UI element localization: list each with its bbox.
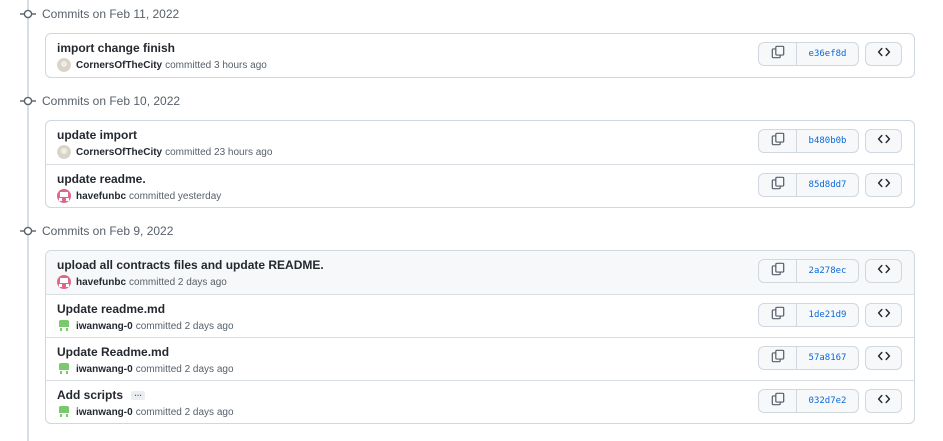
commit-sha-link[interactable]: 032d7e2 [797, 390, 858, 412]
git-commit-icon [18, 221, 38, 241]
copy-sha-button[interactable] [759, 43, 797, 65]
relative-time: 23 hours ago [214, 146, 273, 158]
commit-row: Update Readme.md iwanwang-0 committed 2 … [46, 337, 914, 380]
sha-button-group: 2a278ec [758, 259, 859, 283]
commit-sha-link[interactable]: 85d8dd7 [797, 174, 858, 196]
commit-message-link[interactable]: Update Readme.md [57, 345, 169, 359]
commit-message-link[interactable]: import change finish [57, 41, 175, 55]
copy-icon [771, 262, 785, 281]
code-icon [877, 132, 891, 151]
commit-message-link[interactable]: update readme. [57, 172, 146, 186]
author-avatar[interactable] [57, 405, 71, 419]
relative-time: 2 days ago [184, 320, 234, 332]
copy-icon [771, 306, 785, 325]
copy-sha-button[interactable] [759, 304, 797, 326]
code-icon [877, 349, 891, 368]
commit-message-link[interactable]: Add scripts [57, 388, 123, 402]
browse-repo-button[interactable] [865, 173, 902, 197]
author-link[interactable]: CornersOfTheCity [76, 60, 162, 71]
group-date-title: Commits on Feb 10, 2022 [42, 94, 181, 108]
code-icon [877, 45, 891, 64]
commit-row: Update readme.md iwanwang-0 committed 2 … [46, 294, 914, 337]
author-avatar[interactable] [57, 275, 71, 289]
author-avatar[interactable] [57, 362, 71, 376]
copy-icon [771, 349, 785, 368]
code-icon [877, 306, 891, 325]
commit-row: Add scripts … iwanwang-0 committed 2 day… [46, 380, 914, 423]
group-date-title: Commits on Feb 11, 2022 [42, 7, 180, 21]
group-date-title: Commits on Feb 9, 2022 [42, 224, 174, 238]
commit-row: upload all contracts files and update RE… [46, 251, 914, 294]
copy-sha-button[interactable] [759, 130, 797, 152]
relative-time: 2 days ago [184, 406, 234, 418]
browse-repo-button[interactable] [865, 389, 902, 413]
code-icon [877, 176, 891, 195]
commit-action-text: committed [135, 406, 182, 418]
copy-icon [771, 45, 785, 64]
commit-message-link[interactable]: update import [57, 128, 137, 142]
sha-button-group: 032d7e2 [758, 389, 859, 413]
commit-group-header: Commits on Feb 10, 2022 [18, 91, 180, 111]
commit-group-box: upload all contracts files and update RE… [45, 250, 915, 424]
author-avatar[interactable] [57, 145, 71, 159]
code-icon [877, 392, 891, 411]
sha-button-group: e36ef8d [758, 42, 859, 66]
commit-sha-link[interactable]: 57a8167 [797, 347, 858, 369]
commit-row: import change finish CornersOfTheCity co… [46, 34, 914, 77]
git-commit-icon [18, 91, 38, 111]
commit-message-link[interactable]: Update readme.md [57, 302, 165, 316]
browse-repo-button[interactable] [865, 346, 902, 370]
author-avatar[interactable] [57, 58, 71, 72]
commit-action-text: committed [165, 59, 212, 71]
commit-group-box: update import CornersOfTheCity committed… [45, 120, 915, 208]
ellipsis-expander-button[interactable]: … [131, 389, 146, 400]
copy-icon [771, 132, 785, 151]
commit-sha-link[interactable]: e36ef8d [797, 43, 858, 65]
copy-sha-button[interactable] [759, 260, 797, 282]
commit-group-header: Commits on Feb 9, 2022 [18, 221, 173, 241]
copy-icon [771, 392, 785, 411]
sha-button-group: b480b0b [758, 129, 859, 153]
relative-time: 2 days ago [177, 276, 227, 288]
relative-time: 2 days ago [184, 363, 234, 375]
author-link[interactable]: havefunbc [76, 191, 126, 202]
commit-action-text: committed [165, 146, 212, 158]
browse-repo-button[interactable] [865, 303, 902, 327]
author-link[interactable]: iwanwang-0 [76, 407, 133, 418]
author-link[interactable]: iwanwang-0 [76, 321, 133, 332]
author-avatar[interactable] [57, 319, 71, 333]
git-commit-icon [18, 4, 38, 24]
commit-sha-link[interactable]: 1de21d9 [797, 304, 858, 326]
sha-button-group: 1de21d9 [758, 303, 859, 327]
sha-button-group: 57a8167 [758, 346, 859, 370]
commit-action-text: committed [135, 320, 182, 332]
commit-action-text: committed [135, 363, 182, 375]
commit-row: update import CornersOfTheCity committed… [46, 121, 914, 164]
browse-repo-button[interactable] [865, 129, 902, 153]
relative-time: yesterday [177, 190, 222, 202]
browse-repo-button[interactable] [865, 259, 902, 283]
sha-button-group: 85d8dd7 [758, 173, 859, 197]
commit-group-header: Commits on Feb 11, 2022 [18, 4, 179, 24]
copy-sha-button[interactable] [759, 347, 797, 369]
copy-icon [771, 176, 785, 195]
author-avatar[interactable] [57, 189, 71, 203]
relative-time: 3 hours ago [214, 59, 267, 71]
commit-action-text: committed [129, 276, 176, 288]
commit-sha-link[interactable]: 2a278ec [797, 260, 858, 282]
commit-sha-link[interactable]: b480b0b [797, 130, 858, 152]
author-link[interactable]: CornersOfTheCity [76, 147, 162, 158]
copy-sha-button[interactable] [759, 174, 797, 196]
author-link[interactable]: havefunbc [76, 277, 126, 288]
commit-message-link[interactable]: upload all contracts files and update RE… [57, 258, 324, 272]
commit-group-box: import change finish CornersOfTheCity co… [45, 33, 915, 78]
author-link[interactable]: iwanwang-0 [76, 364, 133, 375]
copy-sha-button[interactable] [759, 390, 797, 412]
commit-action-text: committed [129, 190, 176, 202]
commit-row: update readme. havefunbc committed yeste… [46, 164, 914, 207]
code-icon [877, 262, 891, 281]
browse-repo-button[interactable] [865, 42, 902, 66]
